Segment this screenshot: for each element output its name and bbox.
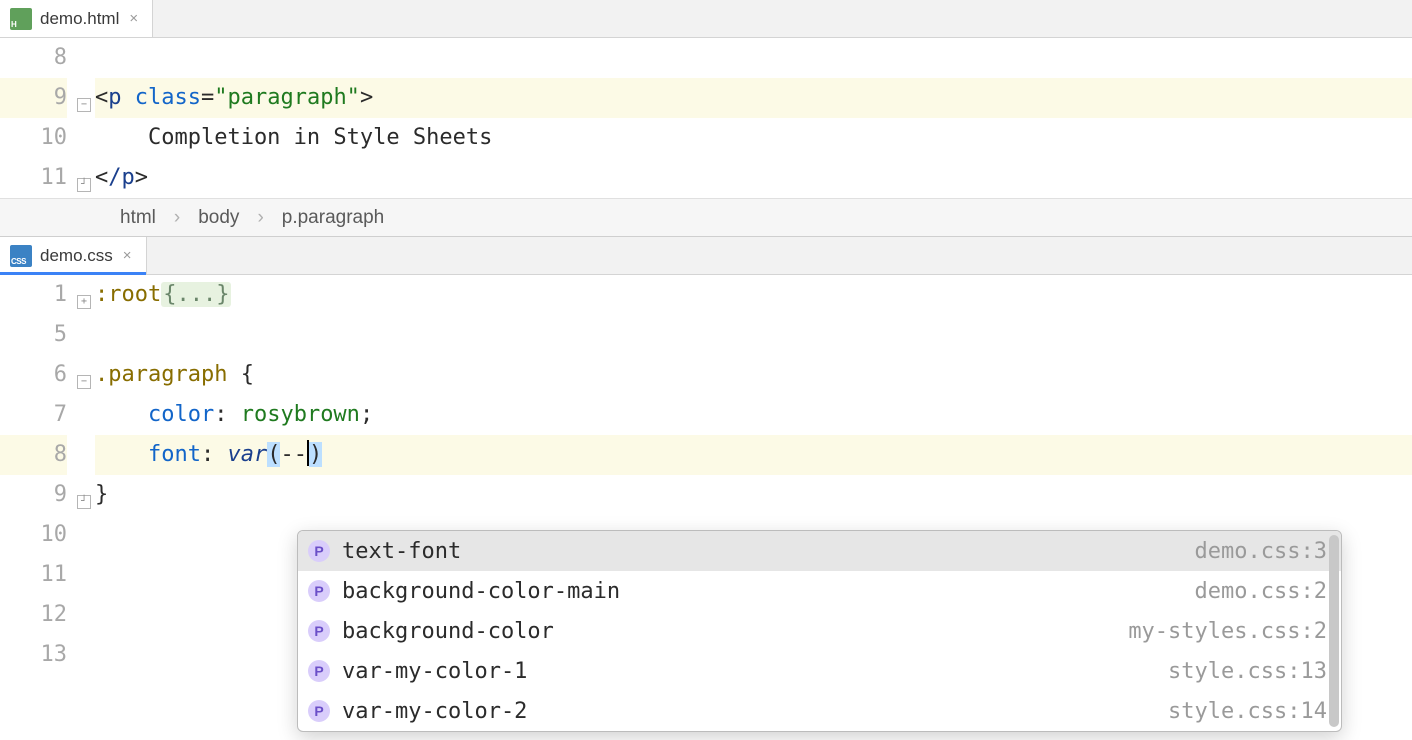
code-line[interactable] (95, 38, 1412, 78)
completion-item[interactable]: Pbackground-colormy-styles.css:2 (298, 611, 1341, 651)
breadcrumb-item[interactable]: body (198, 207, 239, 229)
property-icon: P (308, 700, 330, 722)
code-line[interactable]: Completion in Style Sheets (95, 118, 1412, 158)
fold-end-icon: ┘ (77, 495, 91, 509)
fold-collapse-icon[interactable]: − (77, 375, 91, 389)
completion-item[interactable]: Pvar-my-color-2style.css:14 (298, 691, 1341, 731)
completion-location: demo.css:3 (1195, 539, 1327, 564)
completion-location: my-styles.css:2 (1128, 619, 1327, 644)
completion-location: style.css:13 (1168, 659, 1327, 684)
breadcrumb-item[interactable]: p.paragraph (282, 207, 384, 229)
close-icon[interactable]: × (127, 10, 140, 27)
code-line[interactable]: ┘} (95, 475, 1412, 515)
html-file-icon: H (10, 8, 32, 30)
code-area[interactable]: −<p class="paragraph"> Completion in Sty… (95, 38, 1412, 198)
line-gutter: 891011 (0, 38, 95, 198)
completion-name: text-font (342, 539, 1195, 564)
chevron-right-icon: › (174, 207, 180, 229)
code-line[interactable]: color: rosybrown; (95, 395, 1412, 435)
tab-filename: demo.html (40, 9, 119, 29)
code-line[interactable]: −<p class="paragraph"> (95, 78, 1412, 118)
completion-item[interactable]: Pvar-my-color-1style.css:13 (298, 651, 1341, 691)
completion-item[interactable]: Pbackground-color-maindemo.css:2 (298, 571, 1341, 611)
breadcrumb[interactable]: html › body › p.paragraph (0, 198, 1412, 236)
chevron-right-icon: › (257, 207, 263, 229)
code-line[interactable]: ┘</p> (95, 158, 1412, 198)
css-file-icon: CSS (10, 245, 32, 267)
property-icon: P (308, 580, 330, 602)
property-icon: P (308, 660, 330, 682)
completion-popup[interactable]: Ptext-fontdemo.css:3Pbackground-color-ma… (297, 530, 1342, 732)
tab-demo-css[interactable]: CSS demo.css × (0, 237, 147, 274)
property-icon: P (308, 540, 330, 562)
completion-name: background-color (342, 619, 1128, 644)
fold-collapse-icon[interactable]: − (77, 98, 91, 112)
completion-item[interactable]: Ptext-fontdemo.css:3 (298, 531, 1341, 571)
top-tab-bar: H demo.html × (0, 0, 1412, 38)
code-line[interactable]: −.paragraph { (95, 355, 1412, 395)
scrollbar[interactable] (1329, 535, 1339, 727)
property-icon: P (308, 620, 330, 642)
tab-filename: demo.css (40, 246, 113, 266)
code-line[interactable]: font: var(--) (95, 435, 1412, 475)
code-line[interactable] (95, 315, 1412, 355)
top-editor-pane: H demo.html × 891011 −<p class="paragrap… (0, 0, 1412, 236)
breadcrumb-item[interactable]: html (120, 207, 156, 229)
code-line[interactable]: +:root{...} (95, 275, 1412, 315)
close-icon[interactable]: × (121, 247, 134, 264)
fold-end-icon: ┘ (77, 178, 91, 192)
completion-location: style.css:14 (1168, 699, 1327, 724)
completion-location: demo.css:2 (1195, 579, 1327, 604)
bottom-tab-bar: CSS demo.css × (0, 237, 1412, 275)
line-gutter: 15678910111213 (0, 275, 95, 675)
fold-expand-icon[interactable]: + (77, 295, 91, 309)
completion-name: var-my-color-1 (342, 659, 1168, 684)
tab-demo-html[interactable]: H demo.html × (0, 0, 153, 37)
completion-name: var-my-color-2 (342, 699, 1168, 724)
top-editor[interactable]: 891011 −<p class="paragraph"> Completion… (0, 38, 1412, 198)
completion-name: background-color-main (342, 579, 1195, 604)
